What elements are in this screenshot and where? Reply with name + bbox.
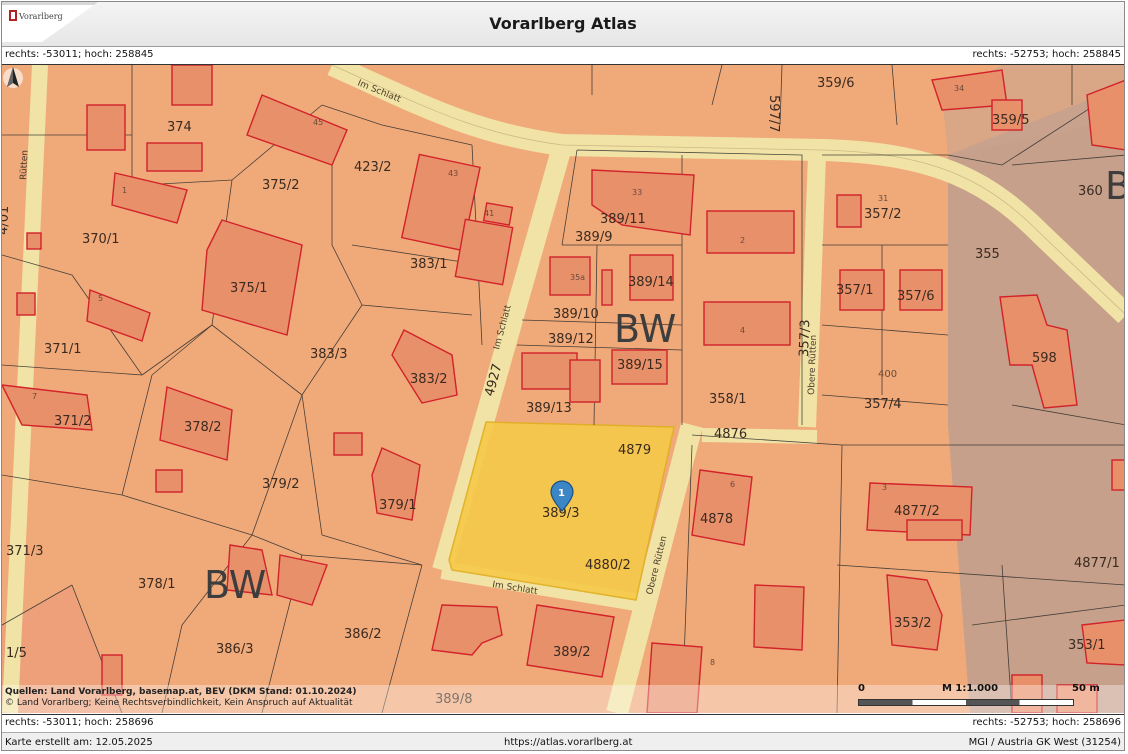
parcel-label: 379/1 [379,498,416,513]
scale-bar: 0 M 1:1.000 50 m [854,681,1104,709]
parcel-label: 375/1 [230,281,267,296]
parcel-label: 389/14 [628,275,674,290]
copyright-text: © Land Vorarlberg; Keine Rechtsverbindli… [5,698,353,708]
street-label: Rütten [19,150,31,180]
parcel-label: 389/10 [553,307,599,322]
zone-label: BW [614,307,676,351]
house-number: 400 [878,369,897,380]
house-number: 33 [632,188,642,197]
parcel-label: 389/12 [548,332,594,347]
house-number: 41 [484,209,494,218]
scale-start: 0 [858,683,865,694]
parcel-label: 389/9 [575,230,612,245]
parcel-label: 355 [975,247,1000,262]
parcel-label: 370/1 [82,232,119,247]
parcel-label: 598 [1032,351,1057,366]
house-number: 8 [710,658,715,667]
creation-date: Karte erstellt am: 12.05.2025 [5,737,153,748]
house-number: 2 [740,236,745,245]
house-number: 43 [448,169,458,178]
parcel-label: 597/7 [766,95,781,132]
parcel-label: 378/1 [138,577,175,592]
parcel-label: 357/1 [836,283,873,298]
print-frame: Vorarlberg Vorarlberg Atlas rechts: -530… [1,1,1125,751]
parcel-label: 389/11 [600,212,646,227]
parcel-label: 371/1 [44,342,81,357]
house-number: 3 [882,483,887,492]
parcel-label: 353/2 [894,616,931,631]
parcel-label: 357/4 [864,397,901,412]
parcel-label: 386/2 [344,627,381,642]
parcel-label: 359/5 [992,113,1029,128]
house-number: 35a [570,273,585,282]
parcel-label: 389/2 [553,645,590,660]
bottom-coordinates: rechts: -53011; hoch: 258696 rechts: -52… [2,714,1124,732]
parcel-label: 389/15 [617,358,663,373]
parcel-label: 371/2 [54,414,91,429]
house-number: 6 [730,480,735,489]
house-number: 7 [32,392,37,401]
parcel-label: 378/2 [184,420,221,435]
scale-bar-graphic [858,699,1074,706]
parcel-label: 389/13 [526,401,572,416]
parcel-label: 374 [167,120,192,135]
house-number: 34 [954,84,964,93]
bottom-right-coordinate: rechts: -52753; hoch: 258696 [972,717,1121,728]
parcel-label: 4876 [714,427,747,442]
top-coordinates: rechts: -53011; hoch: 258845 rechts: -52… [2,47,1124,65]
zone-label: B [1105,164,1125,208]
parcel-label: 1/5 [6,646,27,661]
scale-end: 50 m [1072,683,1100,694]
parcel-label: 4879 [618,443,651,458]
parcel-label: 4877/1 [1074,556,1120,571]
parcel-label: 383/2 [410,372,447,387]
parcel-label: 357/6 [897,289,934,304]
map-canvas[interactable]: 359/6 359/5 374 375/2 423/2 360 370/1 38… [2,65,1125,713]
parcel-label: 4/01 [2,205,12,235]
parcel-label: 383/1 [410,257,447,272]
parcel-label: 379/2 [262,477,299,492]
map-sources: Quellen: Land Vorarlberg, basemap.at, BE… [5,687,357,709]
sources-text: Quellen: Land Vorarlberg, basemap.at, BE… [5,687,357,697]
top-left-coordinate: rechts: -53011; hoch: 258845 [5,49,154,60]
house-number: 31 [878,194,888,203]
parcel-label: 360 [1078,184,1103,199]
footer: Karte erstellt am: 12.05.2025 https://at… [2,732,1124,750]
coordinate-reference-system: MGI / Austria GK West (31254) [968,737,1121,748]
parcel-label: 386/3 [216,642,253,657]
cadastral-map[interactable]: 359/6 359/5 374 375/2 423/2 360 370/1 38… [2,65,1125,713]
marker-label: 1 [558,488,565,499]
parcel-label: 4880/2 [585,558,631,573]
house-number: 1 [122,186,127,195]
title-bar: Vorarlberg Vorarlberg Atlas [2,2,1124,47]
house-number: 5 [98,294,103,303]
scale-ratio: M 1:1.000 [942,683,999,694]
parcel-label: 353/1 [1068,638,1105,653]
parcel-label: 4878 [700,512,733,527]
parcel-label: 423/2 [354,160,391,175]
parcel-label: 375/2 [262,178,299,193]
parcel-label: 4877/2 [894,504,940,519]
parcel-label: 357/2 [864,207,901,222]
parcel-label: 383/3 [310,347,347,362]
house-number: 4 [740,326,745,335]
north-arrow-icon [3,67,23,88]
parcel-label: 371/3 [6,544,43,559]
parcel-label: 359/6 [817,76,854,91]
street-label: Obere Rütten [807,335,819,395]
page-title: Vorarlberg Atlas [489,14,637,33]
top-right-coordinate: rechts: -52753; hoch: 258845 [972,49,1121,60]
atlas-url[interactable]: https://atlas.vorarlberg.at [504,737,632,748]
zone-label: BW [204,563,266,607]
bottom-left-coordinate: rechts: -53011; hoch: 258696 [5,717,154,728]
parcel-label: 358/1 [709,392,746,407]
house-number: 45 [313,118,323,127]
